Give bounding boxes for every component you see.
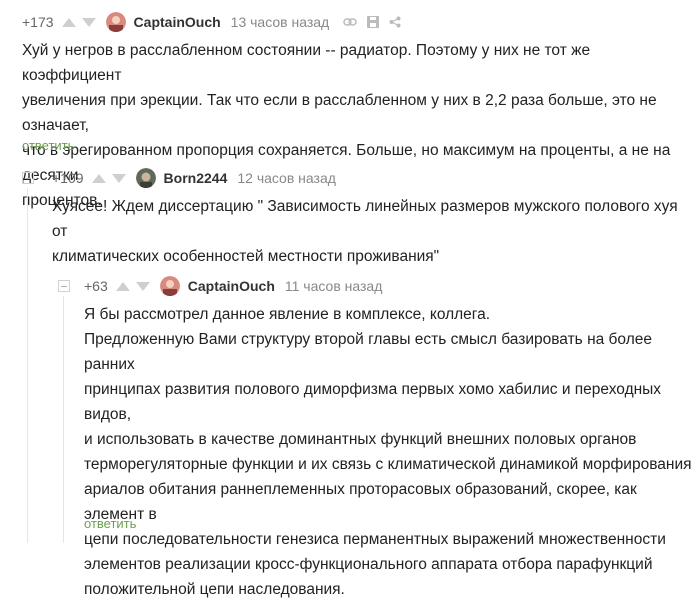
avatar[interactable] bbox=[135, 168, 156, 188]
comment-text: Я бы рассмотрел данное явление в комплек… bbox=[84, 302, 692, 602]
comment-line: Хуй у негров в расслабленном состоянии -… bbox=[22, 42, 591, 84]
comment-time[interactable]: 11 часов назад bbox=[285, 278, 383, 294]
comment-line: и использовать в качестве доминантных фу… bbox=[84, 431, 637, 448]
thread-line bbox=[63, 296, 64, 543]
comment-header: +63 CaptainOuch 11 часов назад bbox=[84, 274, 382, 298]
comment-rating: +173 bbox=[22, 14, 54, 30]
comment-header: +173 CaptainOuch 13 часов назад bbox=[22, 10, 401, 34]
comment-line: климатических особенностей местности про… bbox=[52, 248, 440, 265]
comment-line: цепи последовательности генезиса пермане… bbox=[84, 531, 666, 548]
comment-rating: +63 bbox=[84, 278, 108, 294]
comment-line: положительной цепи наследования. bbox=[84, 581, 345, 598]
upvote-icon[interactable] bbox=[61, 17, 76, 27]
reply-link[interactable]: ответить bbox=[22, 138, 74, 153]
username[interactable]: CaptainOuch bbox=[134, 14, 221, 30]
comment-line: Хуясее! Ждем диссертацию " Зависимость л… bbox=[52, 198, 678, 240]
comment-rating: +109 bbox=[52, 170, 84, 186]
comment-line: элементов реализации кросс-функционально… bbox=[84, 556, 653, 573]
comment-time[interactable]: 13 часов назад bbox=[231, 14, 330, 30]
downvote-icon[interactable] bbox=[81, 17, 96, 27]
avatar[interactable] bbox=[105, 12, 126, 32]
share-icon[interactable] bbox=[389, 16, 401, 28]
thread-line bbox=[27, 188, 28, 543]
collapse-icon[interactable] bbox=[58, 280, 70, 292]
reply-link[interactable]: ответить bbox=[84, 516, 136, 531]
avatar[interactable] bbox=[159, 276, 180, 296]
username[interactable]: CaptainOuch bbox=[188, 278, 275, 294]
downvote-icon[interactable] bbox=[111, 173, 126, 183]
comment-line: принципах развития полового диморфизма п… bbox=[84, 381, 662, 423]
link-icon[interactable] bbox=[343, 17, 357, 27]
upvote-icon[interactable] bbox=[91, 173, 106, 183]
collapse-icon[interactable] bbox=[22, 172, 34, 184]
comment-line: ариалов обитания раннеплеменных проторас… bbox=[84, 481, 637, 523]
username[interactable]: Born2244 bbox=[164, 170, 228, 186]
downvote-icon[interactable] bbox=[135, 281, 150, 291]
upvote-icon[interactable] bbox=[115, 281, 130, 291]
comment-header: +109 Born2244 12 часов назад bbox=[52, 166, 336, 190]
comment-text: Хуясее! Ждем диссертацию " Зависимость л… bbox=[52, 194, 692, 269]
comment-time[interactable]: 12 часов назад bbox=[237, 170, 336, 186]
comment-line: Предложенную Вами структуру второй главы… bbox=[84, 331, 652, 373]
comment-line: Я бы рассмотрел данное явление в комплек… bbox=[84, 306, 491, 323]
comment-line: увеличения при эрекции. Так что если в р… bbox=[22, 92, 657, 134]
comment-line: терморегуляторные функции и их связь с к… bbox=[84, 456, 692, 473]
save-icon[interactable] bbox=[367, 16, 380, 28]
